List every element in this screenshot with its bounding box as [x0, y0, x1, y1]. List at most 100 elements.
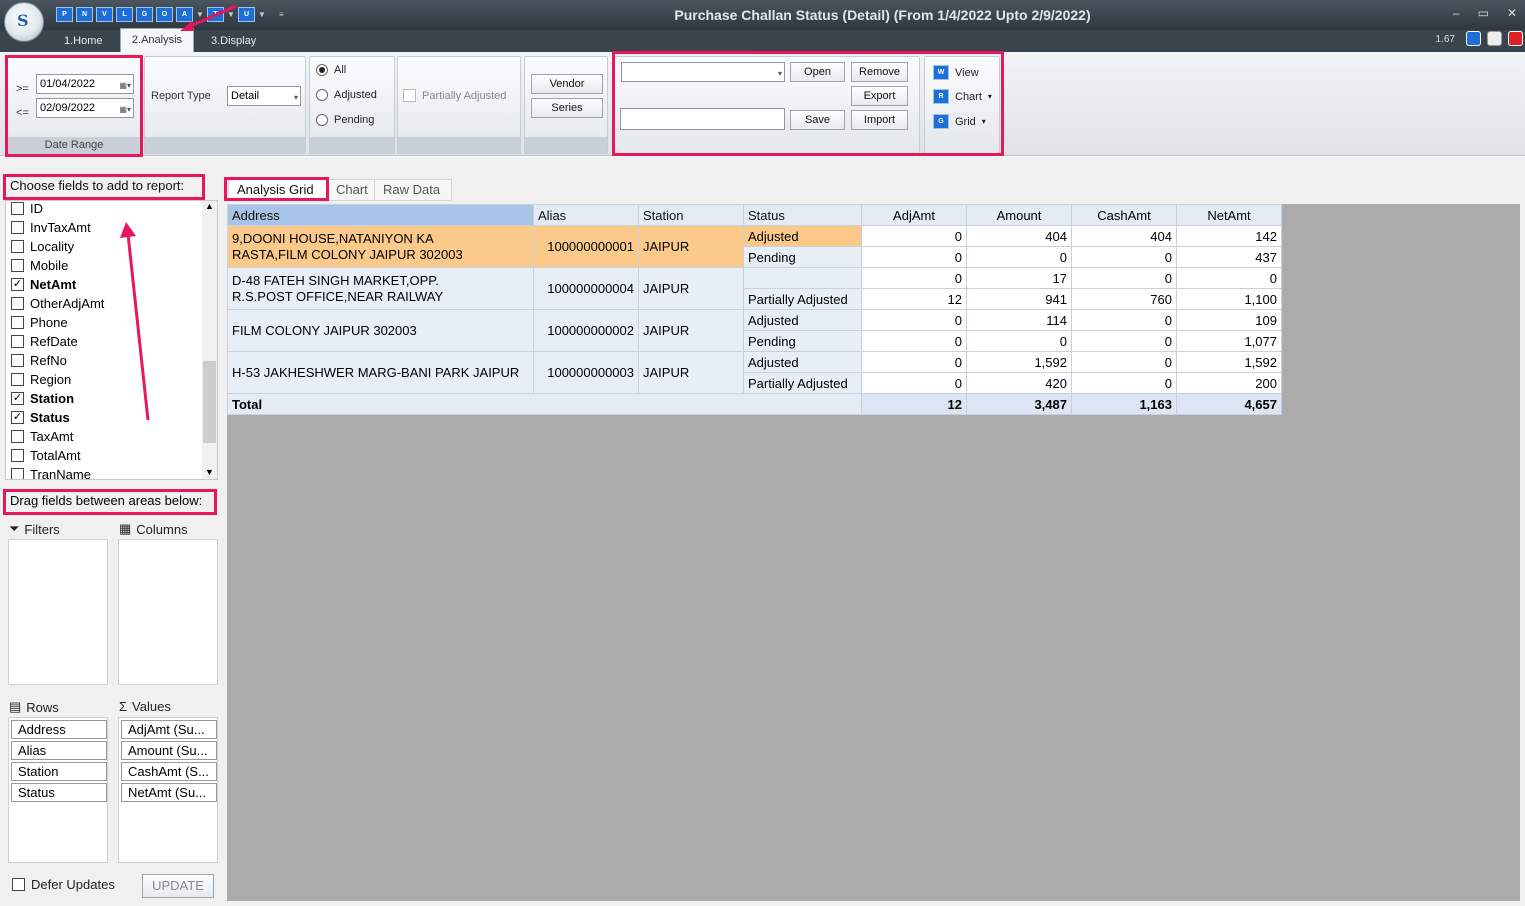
value-cell[interactable]: 1,077 — [1176, 330, 1282, 352]
tab-analysis-grid[interactable]: Analysis Grid — [228, 179, 328, 201]
value-cell[interactable]: 142 — [1176, 225, 1282, 247]
chevron-down-icon[interactable]: ▾ — [982, 117, 986, 126]
checkbox-icon[interactable] — [11, 202, 24, 215]
date-to-field[interactable]: 02/09/2022 ▦▾ — [36, 98, 134, 118]
value-field-chip[interactable]: AdjAmt (Su... — [121, 720, 217, 739]
checkbox-icon[interactable] — [11, 430, 24, 443]
value-cell[interactable]: 114 — [966, 309, 1072, 331]
chevron-down-icon[interactable]: ▾ — [762, 65, 782, 79]
checkbox-icon[interactable] — [11, 373, 24, 386]
table-row[interactable]: 9,DOONI HOUSE,NATANIYON KA RASTA,FILM COL… — [227, 225, 1282, 268]
field-item-status[interactable]: ✓ Status — [11, 408, 70, 427]
field-item-invtaxamt[interactable]: InvTaxAmt — [11, 218, 91, 237]
value-cell[interactable]: 0 — [966, 246, 1072, 268]
tab-raw-data[interactable]: Raw Data — [374, 179, 452, 201]
column-header[interactable]: Status — [743, 204, 862, 226]
report-type-select[interactable]: Detail ▾ — [227, 86, 301, 106]
value-cell[interactable]: 0 — [1071, 351, 1177, 373]
row-field-chip[interactable]: Station — [11, 762, 107, 781]
field-item-taxamt[interactable]: TaxAmt — [11, 427, 73, 446]
value-cell[interactable]: 1,100 — [1176, 288, 1282, 310]
field-list[interactable]: ▲ ▼ ID InvTaxAmt Locality Mobile ✓ NetAmt Othe… — [5, 200, 218, 480]
value-cell[interactable]: 0 — [1071, 309, 1177, 331]
station-cell[interactable]: JAIPUR — [638, 351, 744, 394]
status-cell[interactable]: Adjusted — [743, 351, 862, 373]
column-header[interactable]: Address — [227, 204, 534, 226]
filters-area[interactable] — [8, 539, 108, 685]
address-cell[interactable]: 9,DOONI HOUSE,NATANIYON KA RASTA,FILM COL… — [227, 225, 534, 268]
grid-button[interactable]: G Grid ▾ — [933, 114, 986, 129]
field-item-otheradjamt[interactable]: OtherAdjAmt — [11, 294, 104, 313]
checkbox-icon[interactable] — [11, 316, 24, 329]
checkbox-checked-icon[interactable]: ✓ — [11, 278, 24, 291]
chevron-down-icon[interactable]: ▾ — [988, 92, 992, 101]
table-row[interactable]: H-53 JAKHESHWER MARG-BANI PARK JAIPUR 100… — [227, 351, 1282, 394]
value-cell[interactable]: 0 — [1071, 246, 1177, 268]
field-item-locality[interactable]: Locality — [11, 237, 74, 256]
document-icon[interactable] — [1487, 31, 1502, 46]
maximize-icon[interactable]: ▭ — [1478, 6, 1489, 20]
checkbox-icon[interactable] — [11, 240, 24, 253]
value-cell[interactable]: 0 — [861, 309, 967, 331]
value-cell[interactable]: 0 — [861, 246, 967, 268]
column-header[interactable]: AdjAmt — [861, 204, 967, 226]
vendor-button[interactable]: Vendor — [531, 74, 603, 94]
field-item-station[interactable]: ✓ Station — [11, 389, 74, 408]
checkbox-icon[interactable] — [11, 449, 24, 462]
tab-chart[interactable]: Chart — [327, 179, 375, 201]
address-cell[interactable]: H-53 JAKHESHWER MARG-BANI PARK JAIPUR — [227, 351, 534, 394]
field-item-refno[interactable]: RefNo — [11, 351, 67, 370]
status-cell[interactable]: Partially Adjusted — [743, 288, 862, 310]
status-cell[interactable] — [743, 267, 862, 289]
close-icon[interactable]: ✕ — [1507, 6, 1517, 20]
checkbox-icon[interactable] — [11, 335, 24, 348]
value-cell[interactable]: 0 — [966, 330, 1072, 352]
value-cell[interactable]: 0 — [861, 267, 967, 289]
value-cell[interactable]: 109 — [1176, 309, 1282, 331]
chevron-down-icon[interactable]: ▾ — [278, 89, 298, 103]
value-cell[interactable]: 0 — [1071, 267, 1177, 289]
field-list-scrollbar[interactable]: ▲ ▼ — [202, 201, 217, 479]
status-cell[interactable]: Pending — [743, 246, 862, 268]
value-cell[interactable]: 437 — [1176, 246, 1282, 268]
field-item-tranname[interactable]: TranName — [11, 465, 91, 479]
address-cell[interactable]: FILM COLONY JAIPUR 302003 — [227, 309, 534, 352]
station-cell[interactable]: JAIPUR — [638, 225, 744, 268]
value-cell[interactable]: 17 — [966, 267, 1072, 289]
value-cell[interactable]: 941 — [966, 288, 1072, 310]
value-cell[interactable]: 0 — [1071, 330, 1177, 352]
status-cell[interactable]: Partially Adjusted — [743, 372, 862, 394]
tab-home[interactable]: 1.Home — [64, 30, 104, 52]
field-item-phone[interactable]: Phone — [11, 313, 68, 332]
status-cell[interactable]: Pending — [743, 330, 862, 352]
alias-cell[interactable]: 100000000001 — [533, 225, 639, 268]
alias-cell[interactable]: 100000000002 — [533, 309, 639, 352]
status-cell[interactable]: Adjusted — [743, 309, 862, 331]
values-area[interactable]: AdjAmt (Su... Amount (Su... CashAmt (S..… — [118, 717, 218, 863]
radio-pending[interactable]: Pending — [316, 114, 374, 126]
value-cell[interactable]: 1,592 — [1176, 351, 1282, 373]
field-item-mobile[interactable]: Mobile — [11, 256, 68, 275]
value-field-chip[interactable]: CashAmt (S... — [121, 762, 217, 781]
alias-cell[interactable]: 100000000003 — [533, 351, 639, 394]
value-cell[interactable]: 0 — [1176, 267, 1282, 289]
value-cell[interactable]: 200 — [1176, 372, 1282, 394]
checkbox-checked-icon[interactable]: ✓ — [11, 411, 24, 424]
checkbox-icon[interactable] — [11, 297, 24, 310]
field-item-refdate[interactable]: RefDate — [11, 332, 78, 351]
field-item-region[interactable]: Region — [11, 370, 71, 389]
export-button[interactable]: Export — [851, 86, 908, 106]
save-button[interactable]: Save — [790, 110, 845, 130]
column-header[interactable]: Alias — [533, 204, 639, 226]
column-header[interactable]: Amount — [966, 204, 1072, 226]
status-cell[interactable]: Adjusted — [743, 225, 862, 247]
scroll-down-icon[interactable]: ▼ — [205, 467, 214, 477]
value-cell[interactable]: 404 — [1071, 225, 1177, 247]
minimize-icon[interactable]: – — [1453, 6, 1460, 20]
value-cell[interactable]: 0 — [861, 372, 967, 394]
open-button[interactable]: Open — [790, 62, 845, 82]
series-button[interactable]: Series — [531, 98, 603, 118]
update-button[interactable]: UPDATE — [142, 874, 214, 898]
station-cell[interactable]: JAIPUR — [638, 309, 744, 352]
chart-button[interactable]: R Chart ▾ — [933, 89, 992, 104]
